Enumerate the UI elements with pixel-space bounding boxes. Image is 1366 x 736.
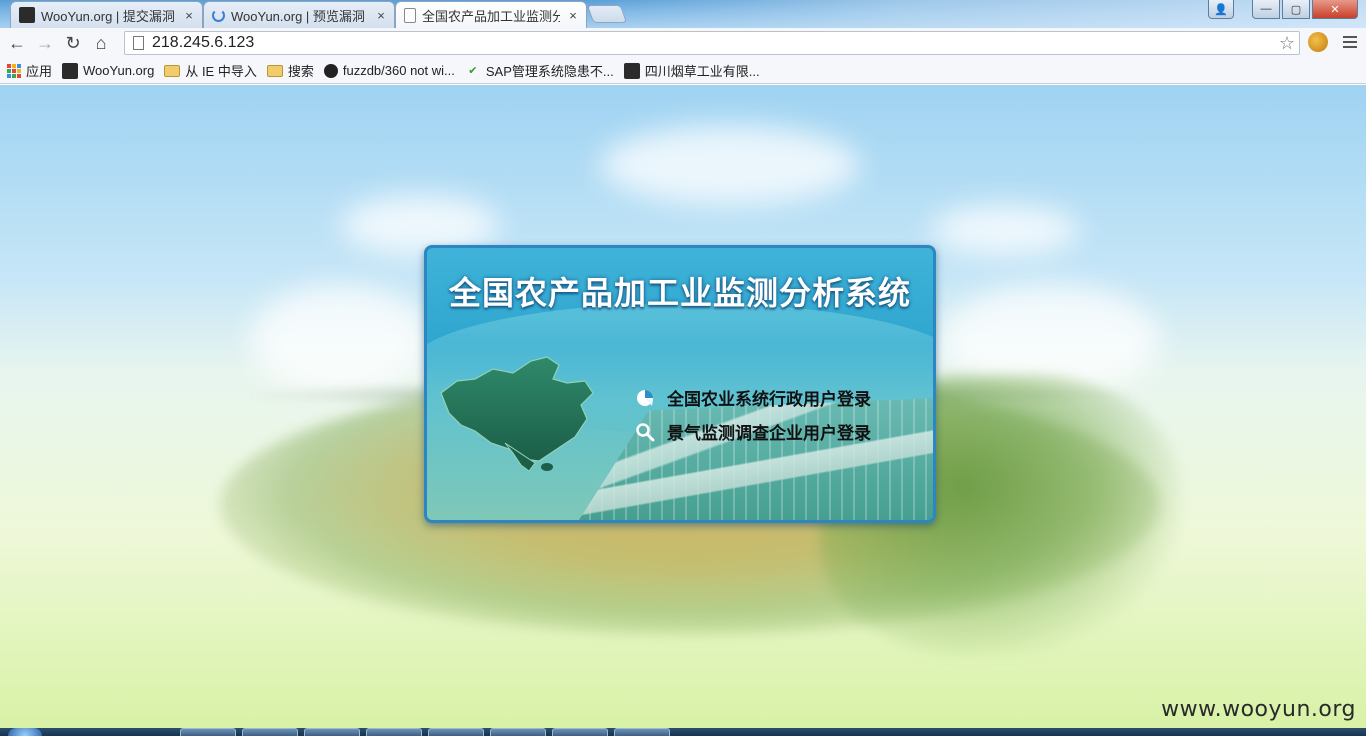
url-text[interactable]: 218.245.6.123: [152, 34, 1279, 52]
bookmark-apps[interactable]: 应用: [7, 61, 52, 80]
loading-spinner-icon: [212, 8, 225, 22]
taskbar-item[interactable]: [614, 728, 670, 736]
taskbar-item[interactable]: [428, 728, 484, 736]
page-icon: [404, 7, 416, 23]
os-taskbar: [0, 728, 1366, 736]
cookie-extension-icon[interactable]: [1308, 32, 1328, 52]
background-cloud: [930, 205, 1080, 255]
apps-grid-icon: [7, 63, 21, 78]
tab-title: WooYun.org | 提交漏洞: [41, 8, 175, 24]
minimize-button[interactable]: —: [1252, 0, 1280, 19]
system-title: 全国农产品加工业监测分析系统: [448, 274, 911, 312]
login-panel: 全国农产品加工业监测分析系统 全国农业系统行政用户登录 景气监测调查企业用户登录: [424, 245, 936, 523]
enterprise-user-login-link[interactable]: 景气监测调查企业用户登录: [635, 419, 871, 444]
back-button[interactable]: ←: [3, 29, 31, 57]
home-button[interactable]: ⌂: [87, 29, 115, 57]
magnifier-icon: [635, 422, 655, 442]
address-bar[interactable]: 218.245.6.123 ☆: [124, 31, 1300, 55]
menu-icon[interactable]: [1338, 30, 1362, 54]
admin-user-login-link[interactable]: 全国农业系统行政用户登录: [635, 385, 871, 410]
new-tab-button[interactable]: [586, 5, 628, 23]
forward-button[interactable]: →: [31, 29, 59, 57]
bookmarks-bar: 应用 WooYun.org 从 IE 中导入 搜索 fuzzdb/360 not…: [0, 58, 1366, 84]
wooyun-icon: [62, 62, 79, 79]
user-profile-button[interactable]: 👤: [1208, 0, 1234, 19]
tab-close-icon[interactable]: ×: [374, 8, 388, 23]
pie-chart-icon: [635, 388, 655, 408]
close-window-button[interactable]: ✕: [1312, 0, 1358, 19]
start-button[interactable]: [8, 728, 42, 736]
taskbar-item[interactable]: [242, 728, 298, 736]
bookmark-label: fuzzdb/360 not wi...: [342, 63, 455, 78]
wooyun-icon: [623, 62, 640, 79]
bookmark-label: SAP管理系统隐患不...: [485, 64, 614, 79]
bookmark-label: 四川烟草工业有限...: [644, 64, 760, 79]
wooyun-watermark: www.wooyun.org: [1161, 697, 1356, 722]
background-cloud: [250, 285, 430, 395]
bookmark-sichuan-tobacco[interactable]: 四川烟草工业有限...: [623, 61, 760, 80]
tab-wooyun-submit[interactable]: WooYun.org | 提交漏洞 ×: [10, 1, 203, 28]
bookmark-label: 从 IE 中导入: [185, 64, 257, 79]
github-icon: [323, 63, 338, 78]
wooyun-icon: [19, 7, 35, 23]
bookmark-folder-search[interactable]: 搜索: [266, 61, 314, 80]
page-icon: [133, 36, 144, 50]
tab-title: WooYun.org | 预览漏洞: [231, 8, 365, 24]
bookmark-label: 应用: [26, 64, 53, 79]
maximize-button[interactable]: ▢: [1282, 0, 1310, 19]
bookmark-fuzzdb[interactable]: fuzzdb/360 not wi...: [323, 63, 455, 78]
tab-close-icon[interactable]: ×: [182, 8, 196, 23]
bookmark-sap[interactable]: ✔ SAP管理系统隐患不...: [465, 61, 614, 80]
bookmark-wooyun[interactable]: WooYun.org: [62, 62, 155, 79]
window-controls: 👤 — ▢ ✕: [1208, 0, 1358, 19]
taskbar-item[interactable]: [490, 728, 546, 736]
china-map-image: [440, 356, 594, 472]
browser-titlebar: WooYun.org | 提交漏洞 × WooYun.org | 预览漏洞 × …: [0, 0, 1366, 28]
bookmark-folder-ie-import[interactable]: 从 IE 中导入: [164, 61, 257, 80]
reload-button[interactable]: ↻: [59, 29, 87, 57]
taskbar-item[interactable]: [366, 728, 422, 736]
taskbar-item[interactable]: [552, 728, 608, 736]
taskbar-item[interactable]: [304, 728, 360, 736]
tab-close-icon[interactable]: ×: [566, 8, 580, 23]
folder-icon: [266, 64, 283, 77]
login-link-label: 全国农业系统行政用户登录: [667, 390, 871, 409]
bookmark-label: 搜索: [287, 64, 314, 79]
checkmark-icon: ✔: [468, 65, 478, 77]
tab-title: 全国农产品加工业监测分析: [422, 8, 560, 24]
login-link-label: 景气监测调查企业用户登录: [667, 424, 871, 443]
folder-icon: [164, 64, 181, 77]
background-cloud: [600, 125, 860, 205]
tab-current[interactable]: 全国农产品加工业监测分析 ×: [395, 1, 587, 28]
taskbar-item[interactable]: [180, 728, 236, 736]
tab-wooyun-preview[interactable]: WooYun.org | 预览漏洞 ×: [203, 1, 395, 28]
bookmark-label: WooYun.org: [83, 63, 155, 78]
bookmark-star-icon[interactable]: ☆: [1279, 33, 1299, 54]
page-content: 全国农产品加工业监测分析系统 全国农业系统行政用户登录 景气监测调查企业用户登录…: [0, 85, 1366, 728]
browser-toolbar: ← → ↻ ⌂ 218.245.6.123 ☆: [0, 28, 1366, 58]
